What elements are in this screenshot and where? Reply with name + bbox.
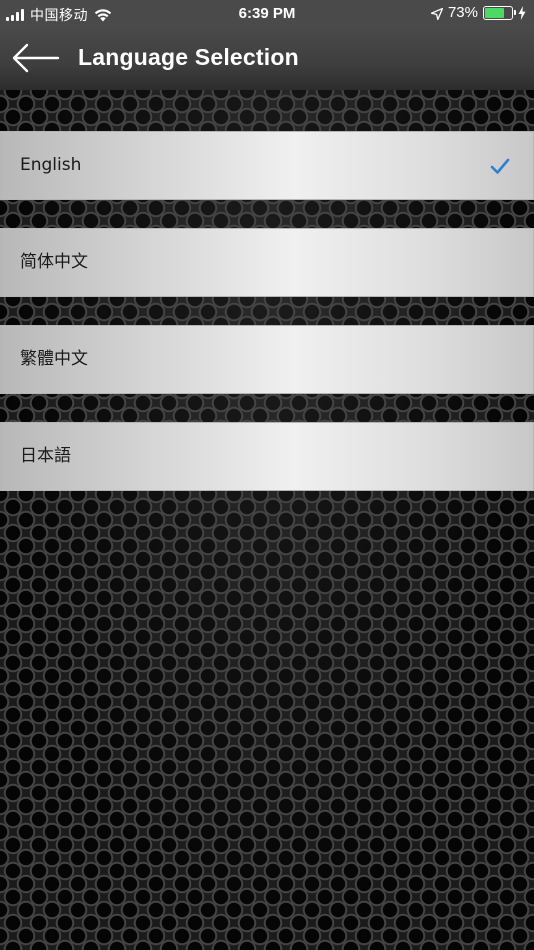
battery-percent: 73% [447, 4, 478, 21]
language-option-japanese[interactable]: 日本語 [0, 422, 534, 491]
language-option-traditional-chinese[interactable]: 繁體中文 [0, 325, 534, 394]
language-list: English 简体中文 繁體中文 日本語 [0, 131, 534, 519]
nav-bar: Language Selection [0, 28, 534, 90]
language-label: English [20, 155, 82, 175]
arrow-left-icon [12, 43, 60, 73]
battery-level-fill [485, 7, 504, 18]
back-button[interactable] [10, 40, 62, 76]
location-arrow-icon [430, 7, 444, 20]
language-label: 简体中文 [20, 252, 88, 272]
status-bar: 中国移动 6:39 PM 73% [0, 0, 534, 28]
page-title: Language Selection [78, 44, 299, 70]
battery-icon [483, 5, 516, 20]
language-label: 繁體中文 [20, 349, 88, 369]
checkmark-icon [490, 158, 510, 174]
charging-bolt-icon [518, 5, 526, 20]
language-label: 日本語 [20, 446, 71, 466]
status-right: 73% [430, 4, 526, 21]
language-option-simplified-chinese[interactable]: 简体中文 [0, 228, 534, 297]
language-option-english[interactable]: English [0, 131, 534, 200]
